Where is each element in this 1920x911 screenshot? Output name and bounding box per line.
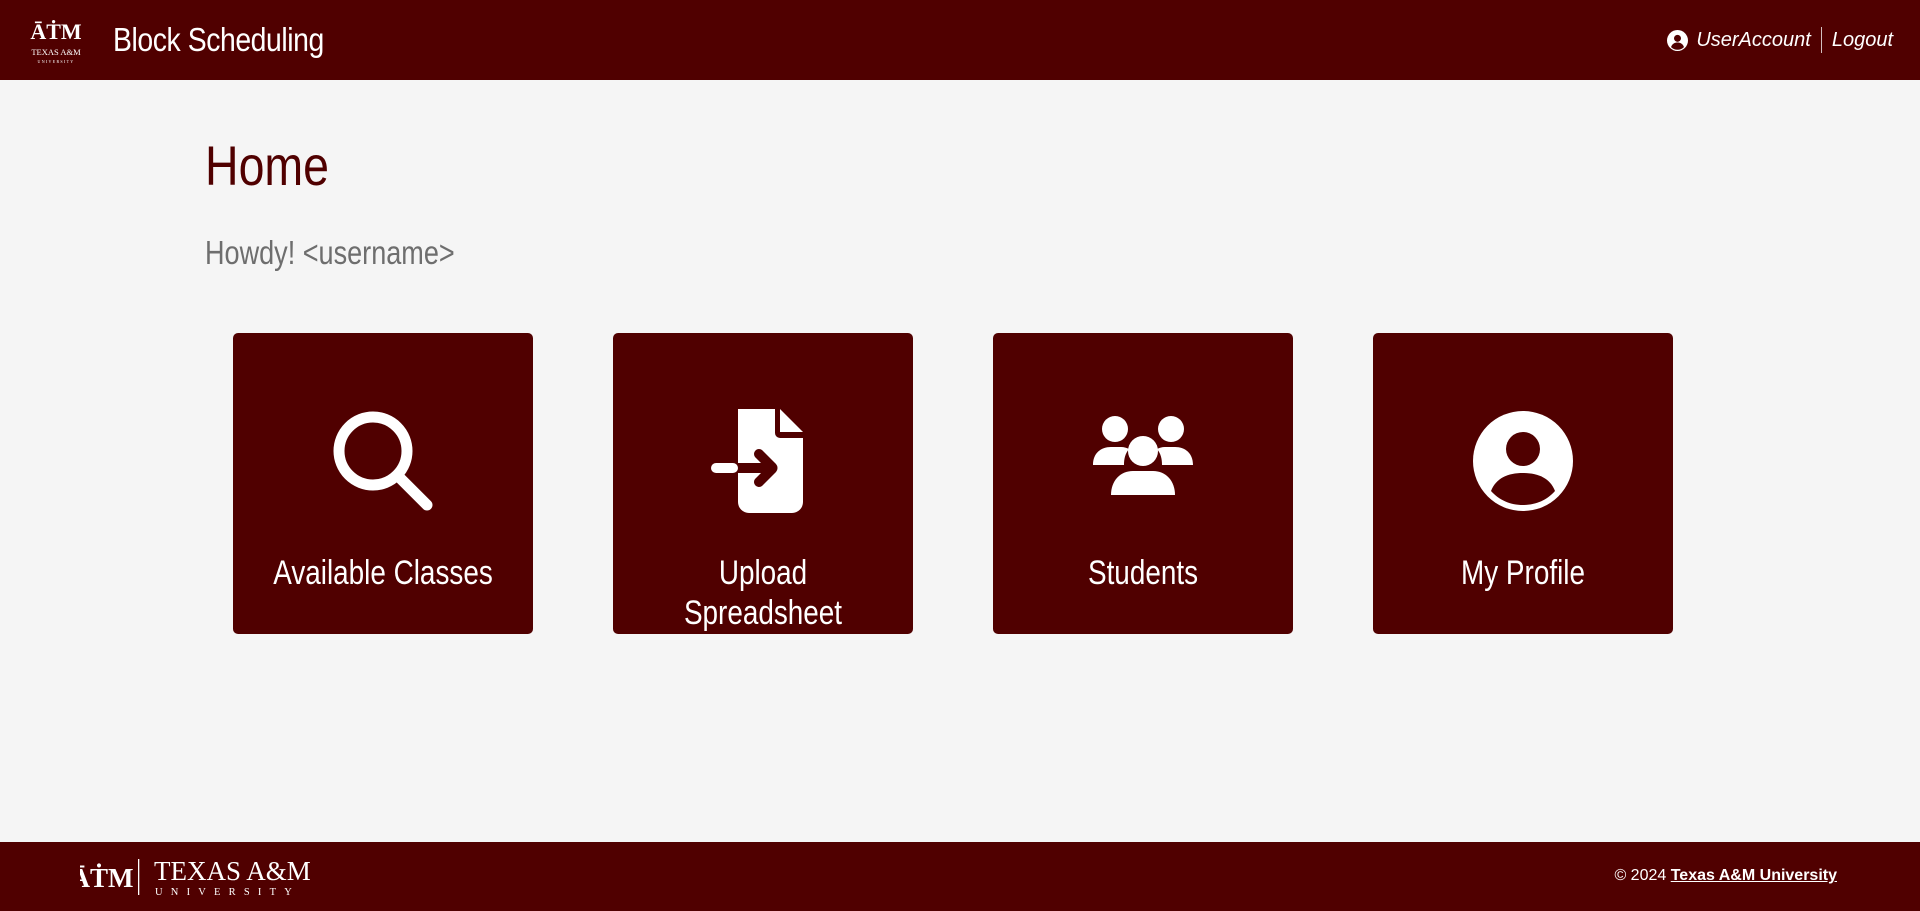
university-link[interactable]: Texas A&M University	[1671, 867, 1837, 884]
copyright-text: © 2024	[1614, 867, 1667, 884]
user-circle-icon	[1667, 29, 1689, 51]
user-circle-icon	[1473, 411, 1573, 511]
user-account-link[interactable]: UserAccount	[1696, 29, 1811, 52]
svg-text:UNIVERSITY: UNIVERSITY	[155, 887, 300, 898]
user-menu: UserAccount Logout	[1667, 25, 1893, 55]
greeting-text: Howdy! <username>	[205, 234, 455, 271]
svg-text:TEXAS A&M: TEXAS A&M	[154, 856, 311, 886]
svg-text:ĀṪM: ĀṪM	[80, 863, 134, 893]
footer: ĀṪM TEXAS A&M UNIVERSITY © 2024 Texas A&…	[0, 842, 1920, 911]
top-header: ĀṪM TEXAS A&M UNIVERSITY Block Schedulin…	[0, 0, 1920, 80]
tamu-footer-logo[interactable]: ĀṪM TEXAS A&M UNIVERSITY	[80, 856, 340, 898]
app-title: Block Scheduling	[113, 21, 324, 58]
tile-label: My Profile	[1461, 554, 1585, 592]
svg-text:ĀṪM: ĀṪM	[30, 19, 82, 44]
users-icon	[1093, 416, 1193, 495]
copyright: © 2024 Texas A&M University	[1614, 866, 1837, 886]
logo-texas-am-text: TEXAS A&M	[31, 47, 81, 57]
search-icon	[333, 411, 433, 511]
svg-text:UNIVERSITY: UNIVERSITY	[38, 59, 75, 64]
students-tile[interactable]: Students	[993, 333, 1293, 634]
tile-label: Students	[1087, 554, 1199, 592]
tile-label: Upload Spreadsheet	[683, 554, 843, 632]
header-divider	[1820, 27, 1822, 53]
my-profile-tile[interactable]: My Profile	[1373, 333, 1673, 634]
tamu-logo[interactable]: ĀṪM TEXAS A&M UNIVERSITY	[25, 14, 87, 66]
upload-spreadsheet-tile[interactable]: Upload Spreadsheet	[613, 333, 913, 634]
logout-link[interactable]: Logout	[1832, 29, 1893, 52]
tile-label: Available Classes	[273, 554, 493, 592]
file-import-icon	[711, 409, 803, 513]
available-classes-tile[interactable]: Available Classes	[233, 333, 533, 634]
page-title: Home	[205, 134, 329, 197]
